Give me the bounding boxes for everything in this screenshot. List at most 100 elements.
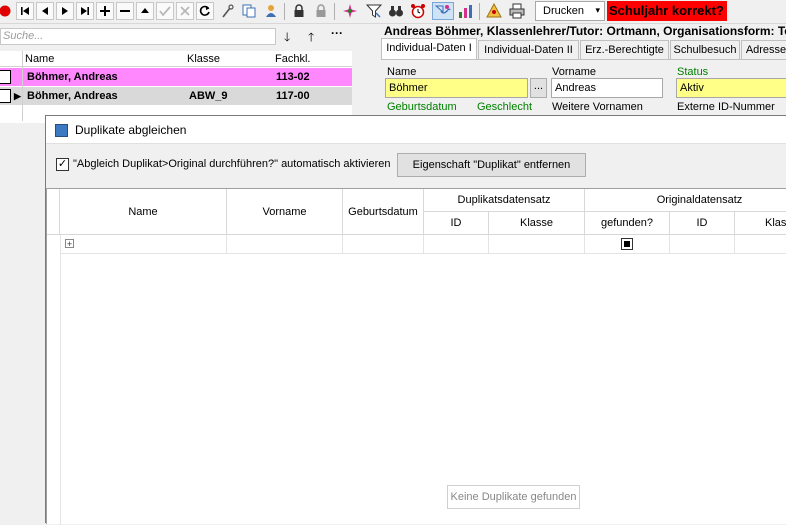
row-fachkl: 117-00 xyxy=(276,90,310,102)
col-orig-found[interactable]: gefunden? xyxy=(585,212,670,235)
prev-icon[interactable] xyxy=(36,2,54,20)
print-dropdown[interactable]: Drucken ▾ xyxy=(535,1,605,21)
grid-line xyxy=(60,253,786,254)
more-icon[interactable]: ··· xyxy=(331,26,343,40)
user-icon[interactable] xyxy=(262,2,280,20)
copy-icon[interactable] xyxy=(240,2,258,20)
search-input[interactable]: Suche... xyxy=(0,28,276,45)
sparkle-icon[interactable] xyxy=(341,2,359,20)
row-klasse: ABW_9 xyxy=(189,90,228,102)
filter-icon[interactable] xyxy=(365,2,383,20)
checkbox-indeterminate-icon xyxy=(624,241,630,247)
duplicates-grid: Name Vorname Geburtsdatum Duplikatsdaten… xyxy=(46,188,786,525)
student-title: Andreas Böhmer, Klassenlehrer/Tutor: Ort… xyxy=(384,24,786,38)
auto-activate-label: "Abgleich Duplikat>Original durchführen?… xyxy=(73,158,391,170)
dialog-titlebar: Duplikate abgleichen xyxy=(46,116,786,144)
table-row[interactable]: ▶ Böhmer, Andreas ABW_9 117-00 xyxy=(0,87,352,105)
record-icon[interactable] xyxy=(0,2,14,20)
divider xyxy=(22,51,23,121)
geburtsdatum-label: Geburtsdatum xyxy=(387,101,457,113)
binoculars-icon[interactable] xyxy=(387,2,405,20)
col-orig-id[interactable]: ID xyxy=(670,212,735,235)
printer-icon[interactable] xyxy=(508,2,526,20)
weitere-vornamen-label: Weitere Vornamen xyxy=(552,101,643,113)
expand-icon[interactable]: + xyxy=(65,239,74,249)
report-icon[interactable] xyxy=(485,2,503,20)
name-label: Name xyxy=(387,66,417,78)
tools-icon[interactable] xyxy=(218,2,236,20)
name-field[interactable]: Böhmer xyxy=(385,78,528,98)
tab-individual-2[interactable]: Individual-Daten II xyxy=(478,40,579,59)
grid-line xyxy=(488,235,489,253)
next-icon[interactable] xyxy=(56,2,74,20)
last-icon[interactable] xyxy=(76,2,94,20)
refresh-icon[interactable] xyxy=(196,2,214,20)
col-fachkl[interactable]: Fachkl. xyxy=(275,52,310,66)
print-label: Drucken xyxy=(543,5,584,17)
lock-gray-icon[interactable] xyxy=(312,2,330,20)
row-checkbox[interactable] xyxy=(0,70,11,84)
add-icon[interactable] xyxy=(96,2,114,20)
tab-schulbesuch[interactable]: Schulbesuch xyxy=(670,40,740,59)
grid-line xyxy=(669,235,670,253)
grid-line xyxy=(226,235,227,253)
vorname-field[interactable]: Andreas xyxy=(551,78,663,98)
lock-icon[interactable] xyxy=(290,2,308,20)
col-orig-klasse[interactable]: Klasse xyxy=(735,212,786,235)
grid-line xyxy=(584,235,585,253)
found-filter-checkbox[interactable] xyxy=(621,238,633,250)
sort-up-icon[interactable]: 🡑 xyxy=(308,28,314,49)
toolbar-separator xyxy=(479,3,480,20)
empty-state: Keine Duplikate gefunden xyxy=(447,485,580,509)
sort-down-icon[interactable]: 🡓 xyxy=(284,28,290,49)
duplicate-icon[interactable] xyxy=(432,2,454,20)
cancel-icon[interactable] xyxy=(176,2,194,20)
row-name: Böhmer, Andreas xyxy=(27,90,118,102)
list-header: Name Klasse Fachkl. xyxy=(0,51,352,67)
vorname-label: Vorname xyxy=(552,66,597,78)
table-row[interactable]: Böhmer, Andreas 113-02 xyxy=(0,68,352,86)
status-select[interactable]: Aktiv xyxy=(676,78,786,98)
col-klasse[interactable]: Klasse xyxy=(187,52,220,66)
alarm-icon[interactable] xyxy=(409,2,427,20)
row-fachkl: 113-02 xyxy=(276,71,310,83)
row-checkbox[interactable] xyxy=(0,89,11,103)
status-label: Status xyxy=(677,66,709,78)
tab-individual-1[interactable]: Individual-Daten I xyxy=(381,38,477,59)
col-dup-id[interactable]: ID xyxy=(424,212,489,235)
duplicate-dialog: Duplikate abgleichen ✓ "Abgleich Duplika… xyxy=(45,115,786,525)
grid-line xyxy=(734,235,735,253)
school-year-warning: Schuljahr korrekt? xyxy=(607,1,727,21)
toolbar-separator xyxy=(284,3,285,20)
geschlecht-label: Geschlecht xyxy=(477,101,533,113)
up-icon[interactable] xyxy=(136,2,154,20)
remove-duplicate-button[interactable]: Eigenschaft "Duplikat" entfernen xyxy=(397,153,586,177)
confirm-icon[interactable] xyxy=(156,2,174,20)
search-toolbar: 🡓 🡑 ··· xyxy=(280,26,352,45)
col-geburtsdatum[interactable]: Geburtsdatum xyxy=(343,189,424,235)
dropdown-icon: ▾ xyxy=(595,5,600,15)
row-indicator-header xyxy=(47,189,60,235)
col-name[interactable]: Name xyxy=(60,189,227,235)
delete-icon[interactable] xyxy=(116,2,134,20)
col-group-original: Originaldatensatz xyxy=(585,189,786,212)
auto-activate-checkbox[interactable]: ✓ xyxy=(56,158,69,171)
status-value: Aktiv xyxy=(680,82,704,94)
first-icon[interactable] xyxy=(16,2,34,20)
grid-line xyxy=(60,235,61,525)
chart-icon[interactable] xyxy=(457,2,475,20)
tab-adresse[interactable]: Adresse xyxy=(741,40,786,59)
row-pointer-icon: ▶ xyxy=(14,91,21,101)
col-dup-klasse[interactable]: Klasse xyxy=(489,212,585,235)
grid-line xyxy=(423,235,424,253)
dialog-title: Duplikate abgleichen xyxy=(75,123,187,137)
col-group-duplikat: Duplikatsdatensatz xyxy=(424,189,585,212)
col-vorname[interactable]: Vorname xyxy=(227,189,343,235)
main-toolbar: Drucken ▾ Schuljahr korrekt? xyxy=(0,0,786,24)
toolbar-separator xyxy=(334,3,335,20)
col-name[interactable]: Name xyxy=(25,52,54,66)
name-lookup-button[interactable]: ... xyxy=(530,78,547,98)
tab-erziehungsberechtigte[interactable]: Erz.-Berechtigte xyxy=(580,40,669,59)
window-icon xyxy=(55,124,68,137)
row-name: Böhmer, Andreas xyxy=(27,71,118,83)
